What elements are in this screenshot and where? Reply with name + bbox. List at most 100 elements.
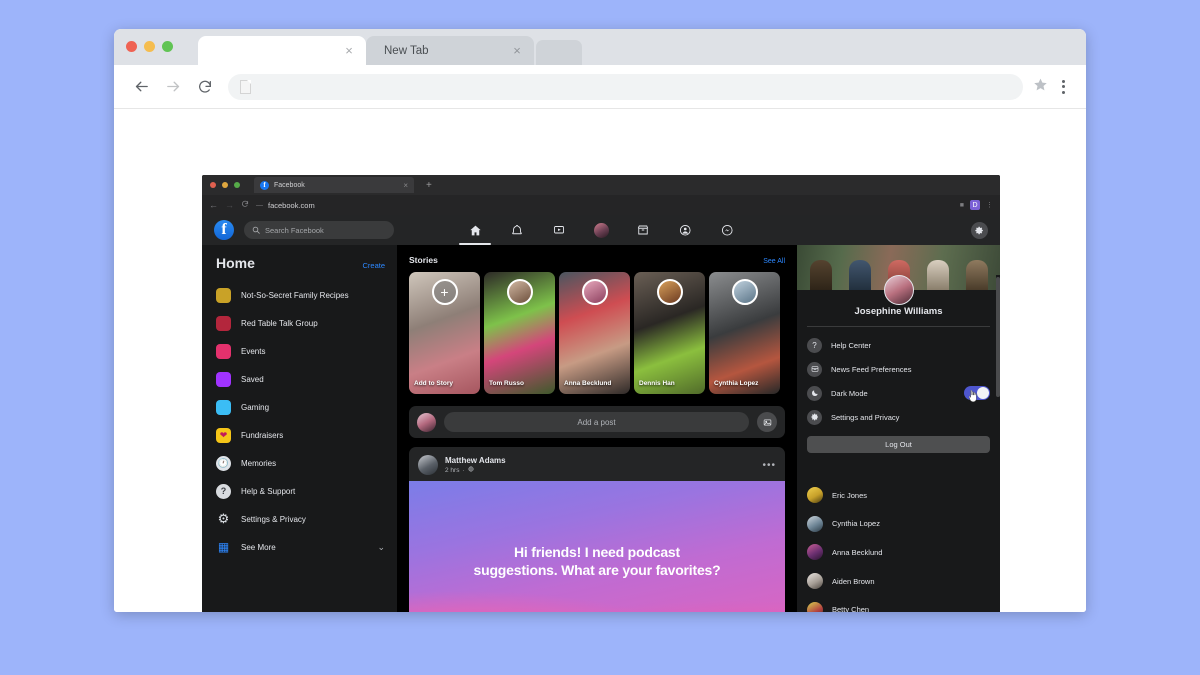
sidebar-item-red-table-talk[interactable]: Red Table Talk Group: [216, 309, 385, 337]
inner-address-bar[interactable]: — facebook.com: [256, 201, 953, 210]
inner-maximize-window-button[interactable]: [234, 182, 240, 188]
search-input[interactable]: Search Facebook: [244, 221, 394, 239]
inner-browser-tab-bar: f Facebook × +: [202, 175, 1000, 195]
nav-notifications[interactable]: [508, 219, 526, 241]
search-placeholder: Search Facebook: [265, 226, 324, 235]
nav-groups[interactable]: [676, 219, 694, 241]
maximize-window-button[interactable]: [162, 41, 173, 52]
browser-tab-1[interactable]: ×: [198, 36, 366, 65]
story-card[interactable]: Cynthia Lopez: [709, 272, 780, 394]
sidebar-item-label: Red Table Talk Group: [241, 319, 318, 328]
facebook-favicon: f: [260, 181, 269, 190]
menu-item-news-feed-preferences[interactable]: News Feed Preferences: [807, 357, 990, 381]
contact-item[interactable]: Aiden Brown: [807, 567, 990, 596]
inner-browser-menu-icon[interactable]: ⋮: [986, 201, 993, 209]
help-icon: ?: [216, 484, 231, 499]
facebook-body: Home Create Not-So-Secret Family Recipes…: [202, 245, 1000, 612]
menu-item-dark-mode[interactable]: Dark Mode: [807, 381, 990, 405]
see-more-icon: ▦: [216, 540, 231, 555]
sidebar-item-help-support[interactable]: ? Help & Support: [216, 477, 385, 505]
search-icon: [252, 226, 260, 234]
post-menu-icon[interactable]: •••: [762, 460, 776, 471]
bell-icon: [511, 224, 523, 236]
profile-avatar[interactable]: [884, 275, 914, 305]
create-link[interactable]: Create: [362, 261, 385, 270]
close-window-button[interactable]: [126, 41, 137, 52]
address-bar[interactable]: [228, 74, 1023, 100]
sidebar-item-recipes[interactable]: Not-So-Secret Family Recipes: [216, 281, 385, 309]
sidebar-item-memories[interactable]: 🕐 Memories: [216, 449, 385, 477]
photo-icon[interactable]: [757, 412, 777, 432]
sidebar-item-gaming[interactable]: Gaming: [216, 393, 385, 421]
new-tab-button[interactable]: [536, 40, 582, 65]
story-card[interactable]: Dennis Han: [634, 272, 705, 394]
forward-icon[interactable]: →: [225, 200, 234, 210]
inner-browser-tab[interactable]: f Facebook ×: [254, 177, 414, 193]
avatar: [417, 413, 436, 432]
sidebar-item-label: Events: [241, 347, 265, 356]
contact-item[interactable]: Cynthia Lopez: [807, 510, 990, 539]
nav-home[interactable]: [466, 219, 484, 241]
contact-item[interactable]: Betty Chen: [807, 595, 990, 612]
nav-profile[interactable]: [592, 219, 610, 241]
chevron-down-icon[interactable]: ⌄: [377, 542, 385, 553]
inner-close-window-button[interactable]: [210, 182, 216, 188]
stories-see-all-link[interactable]: See All: [763, 258, 785, 265]
menu-item-help-center[interactable]: ? Help Center: [807, 333, 990, 357]
add-story-icon[interactable]: +: [432, 279, 458, 305]
add-post-input[interactable]: Add a post: [444, 412, 749, 432]
sidebar-item-fundraisers[interactable]: ❤ Fundraisers: [216, 421, 385, 449]
browser-tab-2-title: New Tab: [382, 45, 510, 57]
inner-minimize-window-button[interactable]: [222, 182, 228, 188]
nav-messenger[interactable]: [718, 219, 736, 241]
window-traffic-lights: [126, 41, 173, 52]
scrollbar-thumb[interactable]: [996, 277, 1000, 397]
sidebar-item-see-more[interactable]: ▦ See More ⌄: [216, 533, 385, 561]
sidebar-item-saved[interactable]: Saved: [216, 365, 385, 393]
nav-watch[interactable]: [550, 219, 568, 241]
sidebar-item-label: Fundraisers: [241, 431, 283, 440]
post-image[interactable]: Hi friends! I need podcast suggestions. …: [409, 481, 785, 612]
contact-name: Eric Jones: [832, 491, 867, 500]
avatar: [807, 487, 823, 503]
contact-item[interactable]: Eric Jones: [807, 481, 990, 510]
bookmark-star-icon[interactable]: [1033, 77, 1048, 96]
close-icon[interactable]: ×: [510, 44, 524, 58]
story-card[interactable]: Anna Becklund: [559, 272, 630, 394]
story-card[interactable]: Tom Russo: [484, 272, 555, 394]
contact-name: Anna Becklund: [832, 548, 882, 557]
forward-icon[interactable]: [158, 72, 188, 102]
back-icon[interactable]: [126, 72, 156, 102]
post-author-block: Matthew Adams 2 hrs ·: [445, 456, 755, 474]
browser-menu-icon[interactable]: [1052, 80, 1074, 94]
gaming-icon: [216, 400, 231, 415]
minimize-window-button[interactable]: [144, 41, 155, 52]
nav-marketplace[interactable]: [634, 219, 652, 241]
avatar[interactable]: [418, 455, 438, 475]
sidebar-item-events[interactable]: Events: [216, 337, 385, 365]
inner-browser-tab-title: Facebook: [274, 182, 398, 189]
settings-gear-icon[interactable]: [971, 222, 988, 239]
back-icon[interactable]: ←: [209, 200, 218, 210]
inner-new-tab-button[interactable]: +: [426, 180, 432, 191]
events-icon: [216, 344, 231, 359]
reload-icon[interactable]: [190, 72, 220, 102]
contact-item[interactable]: Anna Becklund: [807, 538, 990, 567]
browser-tab-2[interactable]: New Tab ×: [366, 36, 534, 65]
page-scrollbar[interactable]: [996, 275, 1000, 612]
sidebar-item-settings-privacy[interactable]: ⚙ Settings & Privacy: [216, 505, 385, 533]
close-icon[interactable]: ×: [403, 181, 408, 190]
reload-icon[interactable]: [241, 200, 249, 210]
facebook-logo-icon[interactable]: f: [214, 220, 234, 240]
close-icon[interactable]: ×: [342, 44, 356, 58]
post-author-name[interactable]: Matthew Adams: [445, 456, 755, 465]
menu-item-settings-and-privacy[interactable]: Settings and Privacy: [807, 405, 990, 429]
facebook-sidebar: Home Create Not-So-Secret Family Recipes…: [202, 245, 397, 612]
extension-icon[interactable]: ■: [960, 202, 964, 209]
story-name: Anna Becklund: [564, 380, 626, 387]
stories-row: + Add to Story Tom Russo Anna Becklund: [409, 272, 785, 394]
log-out-button[interactable]: Log Out: [807, 436, 990, 453]
account-menu: Josephine Williams ? Help Center News Fe: [797, 245, 1000, 453]
inner-profile-badge[interactable]: D: [970, 200, 980, 210]
story-card[interactable]: + Add to Story: [409, 272, 480, 394]
